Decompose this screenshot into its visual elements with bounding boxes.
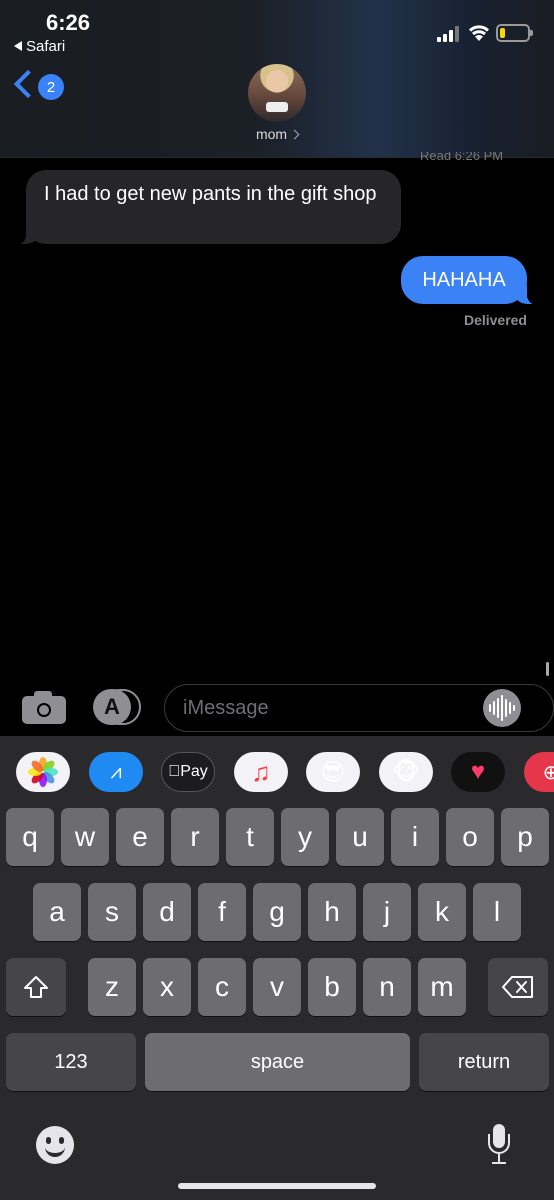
- app-store-app-button[interactable]: ⩘: [89, 752, 143, 792]
- key-n[interactable]: n: [363, 958, 411, 1016]
- return-key[interactable]: return: [419, 1033, 549, 1091]
- music-app-button[interactable]: ♫: [234, 752, 288, 792]
- key-b[interactable]: b: [308, 958, 356, 1016]
- chevron-right-icon: [289, 129, 300, 140]
- animoji-app-button[interactable]: 🐵: [379, 752, 433, 792]
- delete-key[interactable]: [488, 958, 548, 1016]
- read-receipt: Read 6:26 PM: [420, 152, 504, 160]
- key-l[interactable]: l: [473, 883, 521, 941]
- back-triangle-icon: [14, 41, 22, 51]
- delivery-status: Delivered: [463, 312, 527, 328]
- music-note-icon: ♫: [251, 756, 271, 787]
- emoji-keyboard-button[interactable]: [36, 1126, 74, 1164]
- numbers-key[interactable]: 123: [6, 1033, 136, 1091]
- key-w[interactable]: w: [61, 808, 109, 866]
- message-input[interactable]: iMessage: [164, 684, 554, 732]
- globe-icon: ⊕: [542, 761, 554, 784]
- key-y[interactable]: y: [281, 808, 329, 866]
- key-j[interactable]: j: [363, 883, 411, 941]
- key-c[interactable]: c: [198, 958, 246, 1016]
- space-key[interactable]: space: [145, 1033, 410, 1091]
- key-z[interactable]: z: [88, 958, 136, 1016]
- key-g[interactable]: g: [253, 883, 301, 941]
- unread-count-badge: 2: [38, 74, 64, 100]
- key-o[interactable]: o: [446, 808, 494, 866]
- key-v[interactable]: v: [253, 958, 301, 1016]
- backspace-icon: [502, 976, 533, 998]
- message-text: I had to get new pants in the gift shop: [44, 183, 377, 205]
- photos-app-button[interactable]: [16, 752, 70, 792]
- key-i[interactable]: i: [391, 808, 439, 866]
- battery-icon: [496, 24, 533, 42]
- photos-icon: [28, 757, 58, 787]
- shift-arrow-icon: [24, 976, 48, 998]
- key-x[interactable]: x: [143, 958, 191, 1016]
- back-button[interactable]: 2: [13, 68, 64, 104]
- app-drawer-button[interactable]: A: [93, 689, 141, 725]
- key-f[interactable]: f: [198, 883, 246, 941]
- message-input-placeholder: iMessage: [183, 697, 269, 719]
- contact-avatar[interactable]: [248, 64, 306, 122]
- incoming-message-bubble[interactable]: I had to get new pants in the gift shop: [12, 170, 401, 245]
- key-u[interactable]: u: [336, 808, 384, 866]
- memoji-app-button[interactable]: 😎: [306, 752, 360, 792]
- apple-pay-icon: : [168, 763, 180, 781]
- key-p[interactable]: p: [501, 808, 549, 866]
- key-t[interactable]: t: [226, 808, 274, 866]
- heart-icon: ♥: [470, 758, 486, 785]
- digital-touch-app-button[interactable]: ♥: [451, 752, 505, 792]
- scrollbar[interactable]: [546, 662, 549, 676]
- key-d[interactable]: d: [143, 883, 191, 941]
- audio-message-button[interactable]: [483, 689, 521, 727]
- back-to-app-link[interactable]: Safari: [14, 38, 65, 55]
- key-e[interactable]: e: [116, 808, 164, 866]
- key-k[interactable]: k: [418, 883, 466, 941]
- key-r[interactable]: r: [171, 808, 219, 866]
- apple-pay-app-button[interactable]: Pay: [161, 752, 215, 792]
- contact-name-button[interactable]: mom: [0, 126, 554, 142]
- apple-pay-label: Pay: [174, 763, 208, 780]
- dictation-button[interactable]: [486, 1124, 512, 1166]
- contact-name: mom: [255, 126, 288, 142]
- key-s[interactable]: s: [88, 883, 136, 941]
- app-store-icon: ⩘: [110, 760, 122, 783]
- wifi-icon: [468, 25, 490, 41]
- cellular-signal-icon: [437, 26, 461, 42]
- status-time: 6:26: [46, 10, 91, 35]
- app-store-icon: A: [93, 689, 131, 725]
- memoji-icon: 😎: [320, 758, 346, 786]
- camera-button[interactable]: [22, 690, 66, 724]
- back-app-label: Safari: [26, 38, 66, 55]
- key-h[interactable]: h: [308, 883, 356, 941]
- key-m[interactable]: m: [418, 958, 466, 1016]
- home-indicator[interactable]: [178, 1183, 376, 1189]
- shift-key[interactable]: [6, 958, 66, 1016]
- monkey-icon: 🐵: [392, 758, 420, 786]
- key-a[interactable]: a: [33, 883, 81, 941]
- outgoing-message-bubble[interactable]: HAHAHA: [401, 256, 541, 305]
- message-text: HAHAHA: [422, 268, 506, 291]
- camera-icon: [34, 700, 54, 720]
- key-q[interactable]: q: [6, 808, 54, 866]
